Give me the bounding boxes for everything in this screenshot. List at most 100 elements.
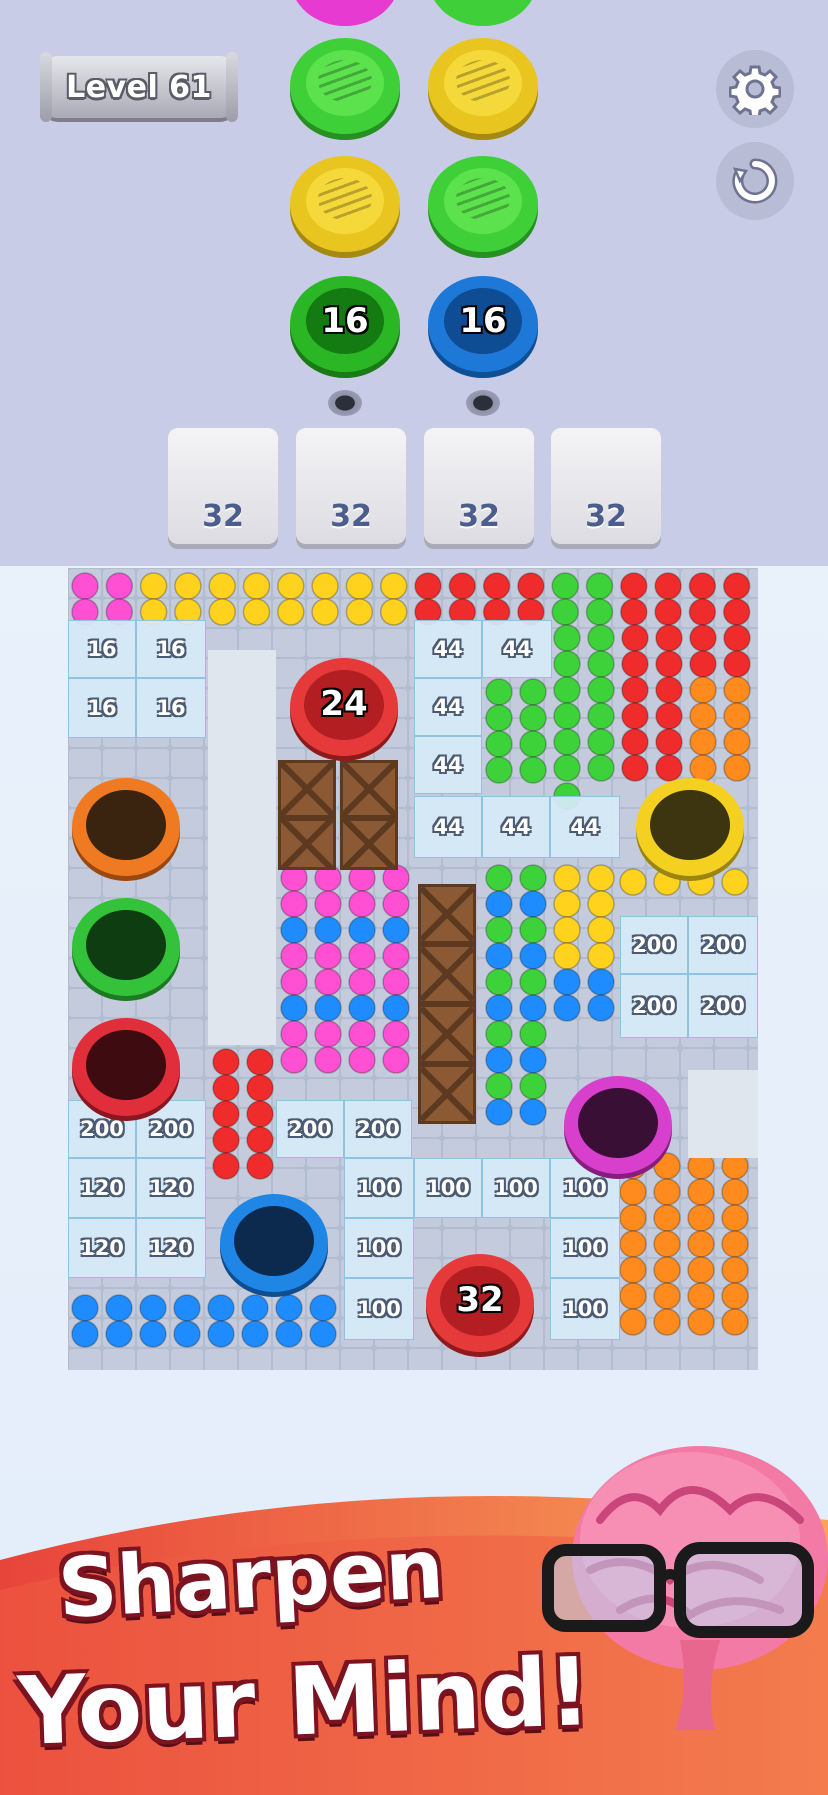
ball [71,572,99,600]
ice-block[interactable]: 100 [414,1158,482,1218]
spool-left-3[interactable]: 16 [290,276,400,372]
spool-left-2[interactable] [290,156,400,252]
wooden-crate[interactable] [418,1004,476,1064]
ice-block[interactable]: 44 [482,796,550,858]
ball [314,890,342,918]
wooden-crate[interactable] [340,760,398,818]
hole-red-24[interactable]: 24 [290,658,398,756]
floor-tile [613,1349,645,1370]
ball [655,728,683,756]
hole-red[interactable] [72,1018,180,1116]
floor-tile [171,749,203,777]
ice-block[interactable]: 120 [136,1158,206,1218]
ball [553,754,581,782]
hole-yellow[interactable] [636,778,744,876]
ball [241,1320,269,1348]
ice-block[interactable]: 200 [620,974,688,1038]
ball [519,1072,547,1100]
ball [212,1048,240,1076]
floor-tile [749,629,758,657]
ball [242,598,271,626]
ball [348,1020,376,1048]
ice-block[interactable]: 100 [482,1158,550,1218]
ice-block[interactable]: 200 [688,974,758,1038]
spool-count: 16 [321,301,369,341]
floor-tile [69,749,101,777]
ball [139,1320,167,1348]
ice-block[interactable]: 100 [344,1278,414,1340]
ball [517,572,545,600]
ice-block[interactable]: 100 [344,1218,414,1278]
ball [348,968,376,996]
ball [280,1020,308,1048]
spool-right-3[interactable]: 16 [428,276,538,372]
ice-block[interactable]: 16 [68,620,136,678]
floor-tile [613,1049,645,1077]
floor-tile [171,899,203,927]
spool-right-2[interactable] [428,156,538,252]
ice-block[interactable]: 44 [414,620,482,678]
wooden-crate[interactable] [418,944,476,1004]
ice-block[interactable]: 120 [68,1158,136,1218]
ball [621,702,649,730]
ball [519,890,547,918]
wooden-crate[interactable] [340,818,398,870]
wooden-crate[interactable] [418,884,476,944]
ice-block[interactable]: 44 [414,678,482,736]
hole-green[interactable] [72,898,180,996]
floor-tile [749,1169,758,1197]
floor-tile [477,1349,509,1370]
settings-button[interactable] [716,50,794,128]
ice-block[interactable]: 16 [136,620,206,678]
ice-block[interactable]: 100 [550,1278,620,1340]
slogan-line-1: Sharpen [55,1521,447,1638]
wooden-crate[interactable] [278,818,336,870]
ice-block[interactable]: 44 [414,736,482,794]
hole-blue[interactable] [220,1194,328,1292]
floor-tile [273,629,305,657]
gear-icon [729,65,781,115]
slot-3[interactable]: 32 [424,428,534,544]
ball [621,754,649,782]
ice-block[interactable]: 100 [550,1218,620,1278]
ball [275,1320,303,1348]
ball [619,1308,647,1336]
slot-1[interactable]: 32 [168,428,278,544]
ice-block[interactable]: 44 [550,796,620,858]
spool-right-1[interactable] [428,38,538,134]
ball [689,754,717,782]
ice-block[interactable]: 16 [136,678,206,738]
wooden-crate[interactable] [278,760,336,818]
ball [653,1230,681,1258]
ice-block[interactable]: 200 [344,1100,412,1158]
ice-block[interactable]: 100 [344,1158,414,1218]
hole-red-32[interactable]: 32 [426,1254,534,1352]
ball [619,1178,647,1206]
ball [348,942,376,970]
wooden-crate[interactable] [418,1064,476,1124]
floor-tile [341,629,373,657]
ice-block[interactable]: 120 [136,1218,206,1278]
ball [587,754,615,782]
ice-block[interactable]: 44 [414,796,482,858]
slot-4[interactable]: 32 [551,428,661,544]
ball [553,942,581,970]
spool-left-1[interactable] [290,38,400,134]
ice-block[interactable]: 16 [68,678,136,738]
ice-block[interactable]: 120 [68,1218,136,1278]
hole-count: 24 [320,684,368,724]
ice-block[interactable]: 200 [276,1100,344,1158]
ball [619,1204,647,1232]
ice-block[interactable]: 200 [620,916,688,974]
restart-button[interactable] [716,142,794,220]
hole-orange[interactable] [72,778,180,876]
slot-2[interactable]: 32 [296,428,406,544]
ice-block[interactable]: 200 [688,916,758,974]
ball [721,1308,749,1336]
ball [485,968,513,996]
ball [519,916,547,944]
floor-tile [749,1229,758,1257]
ice-block[interactable]: 44 [482,620,552,678]
floor-tile [511,1229,543,1257]
hole-purple[interactable] [564,1076,672,1174]
